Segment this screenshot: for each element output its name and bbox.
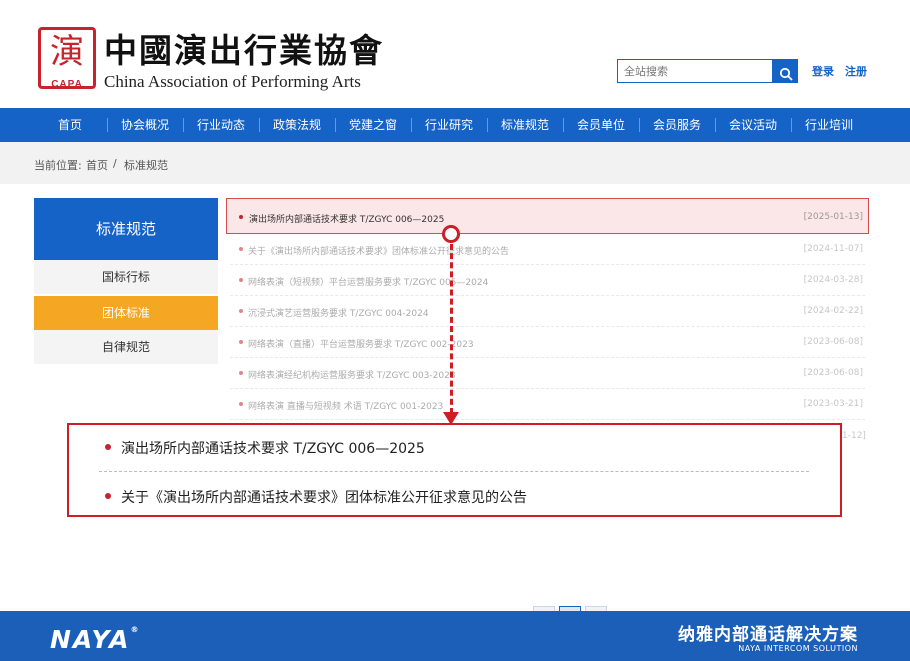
list-item[interactable]: 沉浸式演艺运营服务要求 T/ZGYC 004-2024 [2024-02-22] xyxy=(230,296,865,327)
footer-slogan-cn: 纳雅内部通话解决方案 xyxy=(678,625,858,645)
list-item[interactable]: 网络表演（直播）平台运营服务要求 T/ZGYC 002-2023 [2023-0… xyxy=(230,327,865,358)
list-item[interactable]: 网络表演 直播与短视频 术语 T/ZGYC 001-2023 [2023-03-… xyxy=(230,389,865,420)
nav-events[interactable]: 会议活动 xyxy=(715,108,791,142)
bullet-dot-icon xyxy=(239,371,243,375)
sidebar-item-group-standards[interactable]: 团体标准 xyxy=(34,296,218,330)
list-item[interactable]: 网络表演经纪机构运营服务要求 T/ZGYC 003-2023 [2023-06-… xyxy=(230,358,865,389)
search-input[interactable] xyxy=(617,59,773,83)
list-item-title[interactable]: 网络表演经纪机构运营服务要求 T/ZGYC 003-2023 xyxy=(248,368,456,381)
register-link[interactable]: 注册 xyxy=(845,63,867,79)
zoom-row-title[interactable]: 演出场所内部通话技术要求 T/ZGYC 006—2025 xyxy=(121,441,425,457)
search-button[interactable] xyxy=(773,59,798,83)
nav-news[interactable]: 行业动态 xyxy=(183,108,259,142)
divider xyxy=(99,471,809,472)
highlight-ring-icon xyxy=(442,225,460,243)
list-item-title[interactable]: 关于《演出场所内部通话技术要求》团体标准公开征求意见的公告 xyxy=(248,244,509,257)
bullet-dot-icon xyxy=(239,340,243,344)
breadcrumb-prefix: 当前位置: xyxy=(34,159,82,172)
nav-member-services[interactable]: 会员服务 xyxy=(639,108,715,142)
site-title-cn[interactable]: 中國演出行業協會 xyxy=(104,24,384,72)
nav-standards[interactable]: 标准规范 xyxy=(487,108,563,142)
list-item-date-partial: 1-12] xyxy=(842,431,866,441)
sidebar-item-national-standards[interactable]: 国标行标 xyxy=(34,260,218,294)
breadcrumb-separator: / xyxy=(113,157,117,170)
list-item-date: [2025-01-13] xyxy=(803,212,863,222)
logo-seal-glyph: 演 xyxy=(50,32,84,72)
nav-party[interactable]: 党建之窗 xyxy=(335,108,411,142)
breadcrumb-home[interactable]: 首页 xyxy=(86,157,108,173)
list-item-title[interactable]: 沉浸式演艺运营服务要求 T/ZGYC 004-2024 xyxy=(248,306,429,319)
zoom-row[interactable]: 关于《演出场所内部通话技术要求》团体标准公开征求意见的公告 xyxy=(105,487,527,507)
bullet-dot-icon xyxy=(239,215,243,219)
list-item-date: [2024-03-28] xyxy=(803,275,863,285)
nav-policy[interactable]: 政策法规 xyxy=(259,108,335,142)
zoom-row-title[interactable]: 关于《演出场所内部通话技术要求》团体标准公开征求意见的公告 xyxy=(121,490,527,506)
callout-dashed-line xyxy=(450,244,453,414)
bullet-dot-icon xyxy=(239,402,243,406)
footer-banner: NAYA® 纳雅内部通话解决方案 NAYA INTERCOM SOLUTION xyxy=(0,611,910,661)
sidebar-heading: 标准规范 xyxy=(34,198,218,260)
bullet-dot-icon xyxy=(105,444,111,450)
registered-mark: ® xyxy=(130,625,141,634)
list-item[interactable]: 网络表演（短视频）平台运营服务要求 T/ZGYC 005—2024 [2024-… xyxy=(230,265,865,296)
logo-seal-abbr: CAPA xyxy=(51,79,83,90)
naya-logo-text: NAYA xyxy=(50,625,131,654)
bullet-dot-icon xyxy=(239,247,243,251)
list-item-date: [2023-06-08] xyxy=(803,368,863,378)
bullet-dot-icon xyxy=(239,309,243,313)
nav-research[interactable]: 行业研究 xyxy=(411,108,487,142)
site-title-en[interactable]: China Association of Performing Arts xyxy=(104,72,361,92)
naya-logo: NAYA® xyxy=(50,625,140,654)
zoom-callout: 演出场所内部通话技术要求 T/ZGYC 006—2025 关于《演出场所内部通话… xyxy=(67,423,842,517)
bullet-dot-icon xyxy=(239,278,243,282)
list-item[interactable]: 演出场所内部通话技术要求 T/ZGYC 006—2025 [2025-01-13… xyxy=(226,198,869,234)
login-link[interactable]: 登录 xyxy=(812,63,834,79)
list-item-title[interactable]: 网络表演（直播）平台运营服务要求 T/ZGYC 002-2023 xyxy=(248,337,474,350)
nav-home[interactable]: 首页 xyxy=(32,108,108,142)
list-item-title[interactable]: 演出场所内部通话技术要求 T/ZGYC 006—2025 xyxy=(249,212,444,225)
nav-about[interactable]: 协会概况 xyxy=(107,108,183,142)
logo-seal[interactable]: 演 CAPA xyxy=(38,27,96,90)
nav-training[interactable]: 行业培训 xyxy=(791,108,867,142)
breadcrumb: 当前位置: 首页 / 标准规范 xyxy=(0,142,910,184)
list-item-date: [2024-11-07] xyxy=(803,244,863,254)
search-icon xyxy=(779,67,793,81)
list-item[interactable]: 关于《演出场所内部通话技术要求》团体标准公开征求意见的公告 [2024-11-0… xyxy=(230,234,865,265)
breadcrumb-current: 标准规范 xyxy=(124,159,168,172)
list-item-date: [2023-03-21] xyxy=(803,399,863,409)
sidebar-item-self-regulation[interactable]: 自律规范 xyxy=(34,330,218,364)
list-item-title[interactable]: 网络表演 直播与短视频 术语 T/ZGYC 001-2023 xyxy=(248,399,443,412)
main-nav: 首页 协会概况 行业动态 政策法规 党建之窗 行业研究 标准规范 会员单位 会员… xyxy=(0,108,910,142)
nav-members[interactable]: 会员单位 xyxy=(563,108,639,142)
zoom-row[interactable]: 演出场所内部通话技术要求 T/ZGYC 006—2025 xyxy=(105,438,425,458)
list-item-date: [2024-02-22] xyxy=(803,306,863,316)
footer-slogan-en: NAYA INTERCOM SOLUTION xyxy=(738,644,858,653)
list-item-date: [2023-06-08] xyxy=(803,337,863,347)
bullet-dot-icon xyxy=(105,493,111,499)
